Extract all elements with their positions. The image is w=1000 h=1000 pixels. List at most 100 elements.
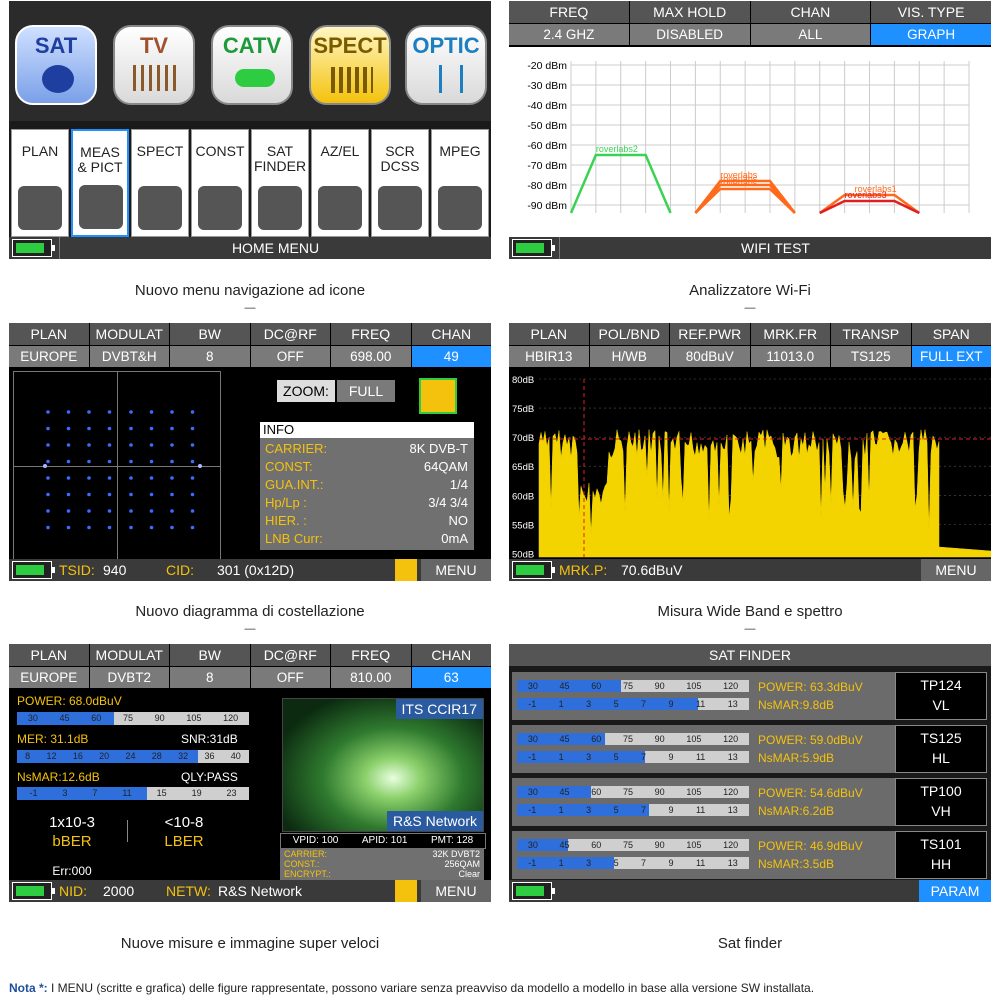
menu-tile-const[interactable]: CONST <box>191 129 249 237</box>
wideband-screen: PLAN HBIR13 POL/BND H/WB REF.PWR 80dBuV MRK… <box>509 323 991 581</box>
info-key: HIER. : <box>265 513 307 528</box>
transponder-button[interactable]: TP124 VL <box>895 672 987 720</box>
info-key: CARRIER: <box>265 441 328 456</box>
catv-icon[interactable]: CATV <box>211 25 293 105</box>
menu-tile-mpeg[interactable]: MPEG <box>431 129 489 237</box>
constellation-point <box>87 525 91 530</box>
menu-tile-meas[interactable]: MEAS & PICT <box>71 129 129 237</box>
menu-button[interactable]: MENU <box>421 559 491 581</box>
wifi-maxhold-field[interactable]: MAX HOLD DISABLED <box>629 1 751 45</box>
meas-dcrf-field[interactable]: DC@RF OFF <box>250 644 331 688</box>
nid-label: NID: <box>59 883 87 899</box>
meas-modulat-field[interactable]: MODULAT DVBT2 <box>89 644 170 688</box>
vpid-value: VPID: 100 <box>292 835 339 846</box>
info-title: INFO <box>260 422 474 438</box>
menu-tile-scr[interactable]: SCR DCSS <box>371 129 429 237</box>
nsmar-bar: -1 3 7 11 15 19 23 <box>17 787 249 800</box>
x-tick-label: 10 <box>839 218 851 230</box>
x-tick-label: 3 <box>667 218 673 230</box>
transponder-button[interactable]: TP100 VH <box>895 778 987 826</box>
scale-tick: 16 <box>72 751 83 761</box>
menu-tile-sat[interactable]: SAT FINDER <box>251 129 309 237</box>
wb-mrkfr-field[interactable]: MRK.FR 11013.0 <box>750 323 831 367</box>
scale-tick: 90 <box>654 787 665 797</box>
scale-tick: 3 <box>586 699 592 709</box>
spectrum-bars-icon <box>331 67 373 93</box>
color-swatch[interactable] <box>419 378 457 414</box>
sf-power-scale: 30 45 60 75 90 105 120 <box>517 786 749 798</box>
scale-tick: 90 <box>654 734 665 744</box>
constellation-point <box>129 509 133 513</box>
tile-label-line: SPECT <box>136 143 184 159</box>
spectrum-chart: 80dB75dB70dB65dB60dB55dB50dB <box>509 369 991 561</box>
wb-polbnd-field[interactable]: POL/BND H/WB <box>589 323 670 367</box>
tile-label-line: SAT <box>266 143 294 159</box>
scale-tick: 7 <box>641 805 647 815</box>
const-header: PLAN EUROPE MODULAT DVBT&H BW 8 DC@RF OFF FR… <box>9 323 491 367</box>
lber-label: LBER <box>164 833 204 850</box>
wb-plan-field[interactable]: PLAN HBIR13 <box>509 323 590 367</box>
netw-value: R&S Network <box>218 883 303 899</box>
constellation-point <box>149 492 154 497</box>
const-plan-field[interactable]: PLAN EUROPE <box>9 323 90 367</box>
optic-icon[interactable]: OPTIC <box>405 25 487 105</box>
zoom-button[interactable]: FULL <box>337 380 395 402</box>
const-freq-field[interactable]: FREQ 698.00 <box>331 323 412 367</box>
scale-tick: 5 <box>613 805 619 815</box>
tv-icon[interactable]: TV <box>113 25 195 105</box>
constellation-point <box>87 476 91 480</box>
scale-tick: 23 <box>226 788 237 798</box>
constellation-point <box>149 476 154 480</box>
stream-key: CONST.: <box>284 859 320 869</box>
meas-chan-field[interactable]: CHAN 63 <box>411 644 491 688</box>
sf-nsmar-scale: -1 1 3 5 7 9 11 13 <box>517 804 749 816</box>
measures-screen: PLAN EUROPE MODULAT DVBT2 BW 8 DC@RF OFF FRE… <box>9 644 491 902</box>
constellation-point <box>190 410 195 414</box>
wifi-vistype-field[interactable]: VIS. TYPE GRAPH <box>871 1 991 45</box>
wb-refpwr-field[interactable]: REF.PWR 80dBuV <box>670 323 751 367</box>
scale-tick: 13 <box>727 699 738 709</box>
spect-icon[interactable]: SPECT <box>309 25 391 105</box>
meas-bw-field[interactable]: BW 8 <box>170 644 251 688</box>
transponder-button[interactable]: TS101 HH <box>895 831 987 879</box>
constellation-point <box>87 410 91 414</box>
const-freq-value: 698.00 <box>331 346 411 367</box>
sf-power-scale: 30 45 60 75 90 105 120 <box>517 733 749 745</box>
battery-icon <box>12 561 55 579</box>
wifi-chan-field[interactable]: CHAN ALL <box>750 1 872 45</box>
constellation-point <box>170 509 174 513</box>
menu-button[interactable]: MENU <box>921 559 991 581</box>
const-chan-field[interactable]: CHAN 49 <box>411 323 491 367</box>
transponder-button[interactable]: TS125 HL <box>895 725 987 773</box>
meas-plan-field[interactable]: PLAN EUROPE <box>9 644 90 688</box>
constellation-point <box>170 492 174 497</box>
sat-icon[interactable]: SAT <box>15 25 97 105</box>
fiber-icon <box>439 65 463 93</box>
const-modulat-field[interactable]: MODULAT DVBT&H <box>89 323 170 367</box>
wifi-freq-field[interactable]: FREQ 2.4 GHZ <box>509 1 630 45</box>
menu-tile-spect[interactable]: SPECT <box>131 129 189 237</box>
caption-wifi: Analizzatore Wi-Fi <box>689 282 811 299</box>
menu-button[interactable]: MENU <box>421 880 491 902</box>
const-modulat-value: DVBT&H <box>89 346 169 367</box>
constellation-point <box>46 426 50 431</box>
scale-tick: -1 <box>528 752 537 762</box>
wb-transp-field[interactable]: TRANSP TS125 <box>831 323 912 367</box>
menu-tile-label: CONST <box>192 144 248 159</box>
menu-tile-plan[interactable]: PLAN <box>11 129 69 237</box>
stream-info: CARRIER: 32K DVBT2 CONST.: 256QAM ENCRYPT.: C… <box>280 848 484 881</box>
bber-label: bBER <box>52 833 92 850</box>
transponder-name: TP100 <box>920 783 962 799</box>
const-bw-field[interactable]: BW 8 <box>170 323 251 367</box>
transponder-pol: HL <box>932 750 950 766</box>
constellation-point <box>46 410 50 414</box>
pid-row: VPID: 100 APID: 101 PMT: 128 <box>280 833 486 849</box>
meas-freq-field[interactable]: FREQ 810.00 <box>331 644 412 688</box>
tile-label-line: MPEG <box>439 143 481 159</box>
scale-tick: 1 <box>558 752 564 762</box>
info-value: 0mA <box>441 531 468 546</box>
menu-tile-azel[interactable]: AZ/EL <box>311 129 369 237</box>
const-dcrf-field[interactable]: DC@RF OFF <box>250 323 331 367</box>
param-button[interactable]: PARAM <box>919 880 991 902</box>
wb-span-field[interactable]: SPAN FULL EXT <box>911 323 991 367</box>
